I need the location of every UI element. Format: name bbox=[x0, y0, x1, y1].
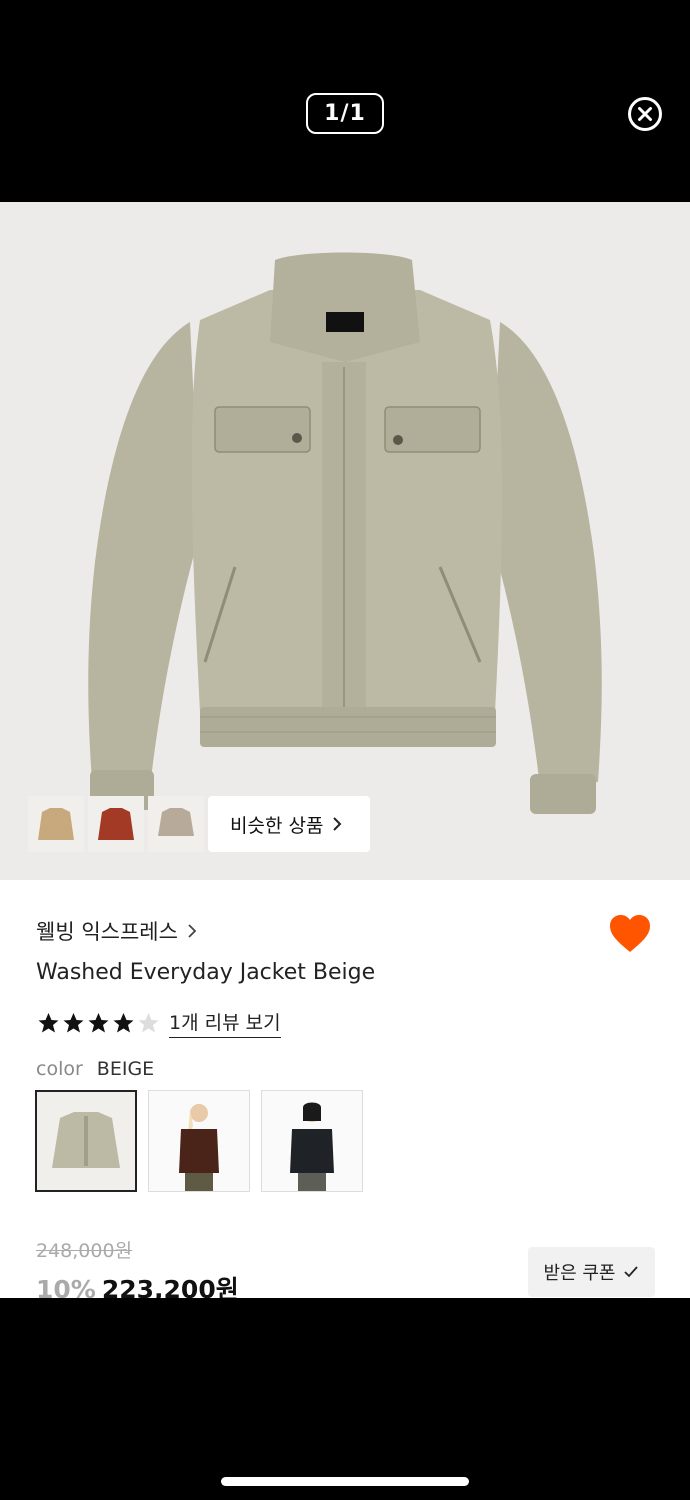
coupon-button[interactable]: 받은 쿠폰 bbox=[528, 1247, 655, 1297]
similar-thumb-red[interactable] bbox=[88, 796, 144, 852]
bottom-black-area bbox=[0, 1298, 690, 1500]
similar-thumb-beige[interactable] bbox=[28, 796, 84, 852]
product-title: Washed Everyday Jacket Beige bbox=[36, 960, 376, 985]
review-link[interactable]: 1개 리뷰 보기 bbox=[169, 1008, 281, 1038]
chevron-right-icon bbox=[333, 817, 342, 831]
close-icon[interactable] bbox=[627, 96, 663, 132]
color-value: BEIGE bbox=[96, 1058, 155, 1080]
viewer-top-bar: 1/1 bbox=[0, 0, 690, 202]
color-swatches bbox=[35, 1090, 363, 1192]
jacket-swatch-icon bbox=[52, 1112, 120, 1168]
star-empty-icon bbox=[138, 1013, 159, 1033]
product-main-image[interactable]: 비슷한 상품 bbox=[0, 202, 690, 880]
star-filled-icon bbox=[113, 1013, 134, 1033]
similar-products-label: 비슷한 상품 bbox=[230, 814, 324, 837]
image-counter: 1/1 bbox=[306, 93, 384, 134]
product-info-panel: 웰빙 익스프레스 Washed Everyday Jacket Beige 1개… bbox=[0, 880, 690, 1304]
similar-thumbnails bbox=[28, 796, 204, 852]
model-swatch-icon bbox=[179, 1104, 219, 1191]
similar-thumb-taupe[interactable] bbox=[148, 796, 204, 852]
home-indicator[interactable] bbox=[221, 1477, 469, 1486]
color-row: color BEIGE bbox=[36, 1058, 154, 1080]
check-icon bbox=[624, 1266, 639, 1278]
coupon-label: 받은 쿠폰 bbox=[543, 1263, 616, 1284]
star-filled-icon bbox=[63, 1013, 84, 1033]
swatch-beige[interactable] bbox=[35, 1090, 137, 1192]
swatch-black[interactable] bbox=[261, 1090, 363, 1192]
color-label: color bbox=[36, 1058, 83, 1080]
heart-icon[interactable] bbox=[608, 914, 652, 954]
swatch-brown[interactable] bbox=[148, 1090, 250, 1192]
model-swatch-icon bbox=[290, 1102, 334, 1191]
jacket-thumb-icon bbox=[98, 808, 134, 840]
original-price: 248,000원 bbox=[36, 1240, 133, 1262]
star-filled-icon bbox=[88, 1013, 109, 1033]
jacket-thumb-icon bbox=[38, 808, 74, 840]
rating-row: 1개 리뷰 보기 bbox=[36, 1008, 281, 1038]
brand-link[interactable]: 웰빙 익스프레스 bbox=[36, 916, 198, 946]
star-filled-icon bbox=[38, 1013, 59, 1033]
jacket-image bbox=[88, 252, 602, 814]
similar-products-button[interactable]: 비슷한 상품 bbox=[208, 796, 370, 852]
chevron-right-icon bbox=[188, 924, 197, 938]
brand-name: 웰빙 익스프레스 bbox=[36, 920, 178, 944]
jacket-thumb-icon bbox=[158, 808, 194, 836]
